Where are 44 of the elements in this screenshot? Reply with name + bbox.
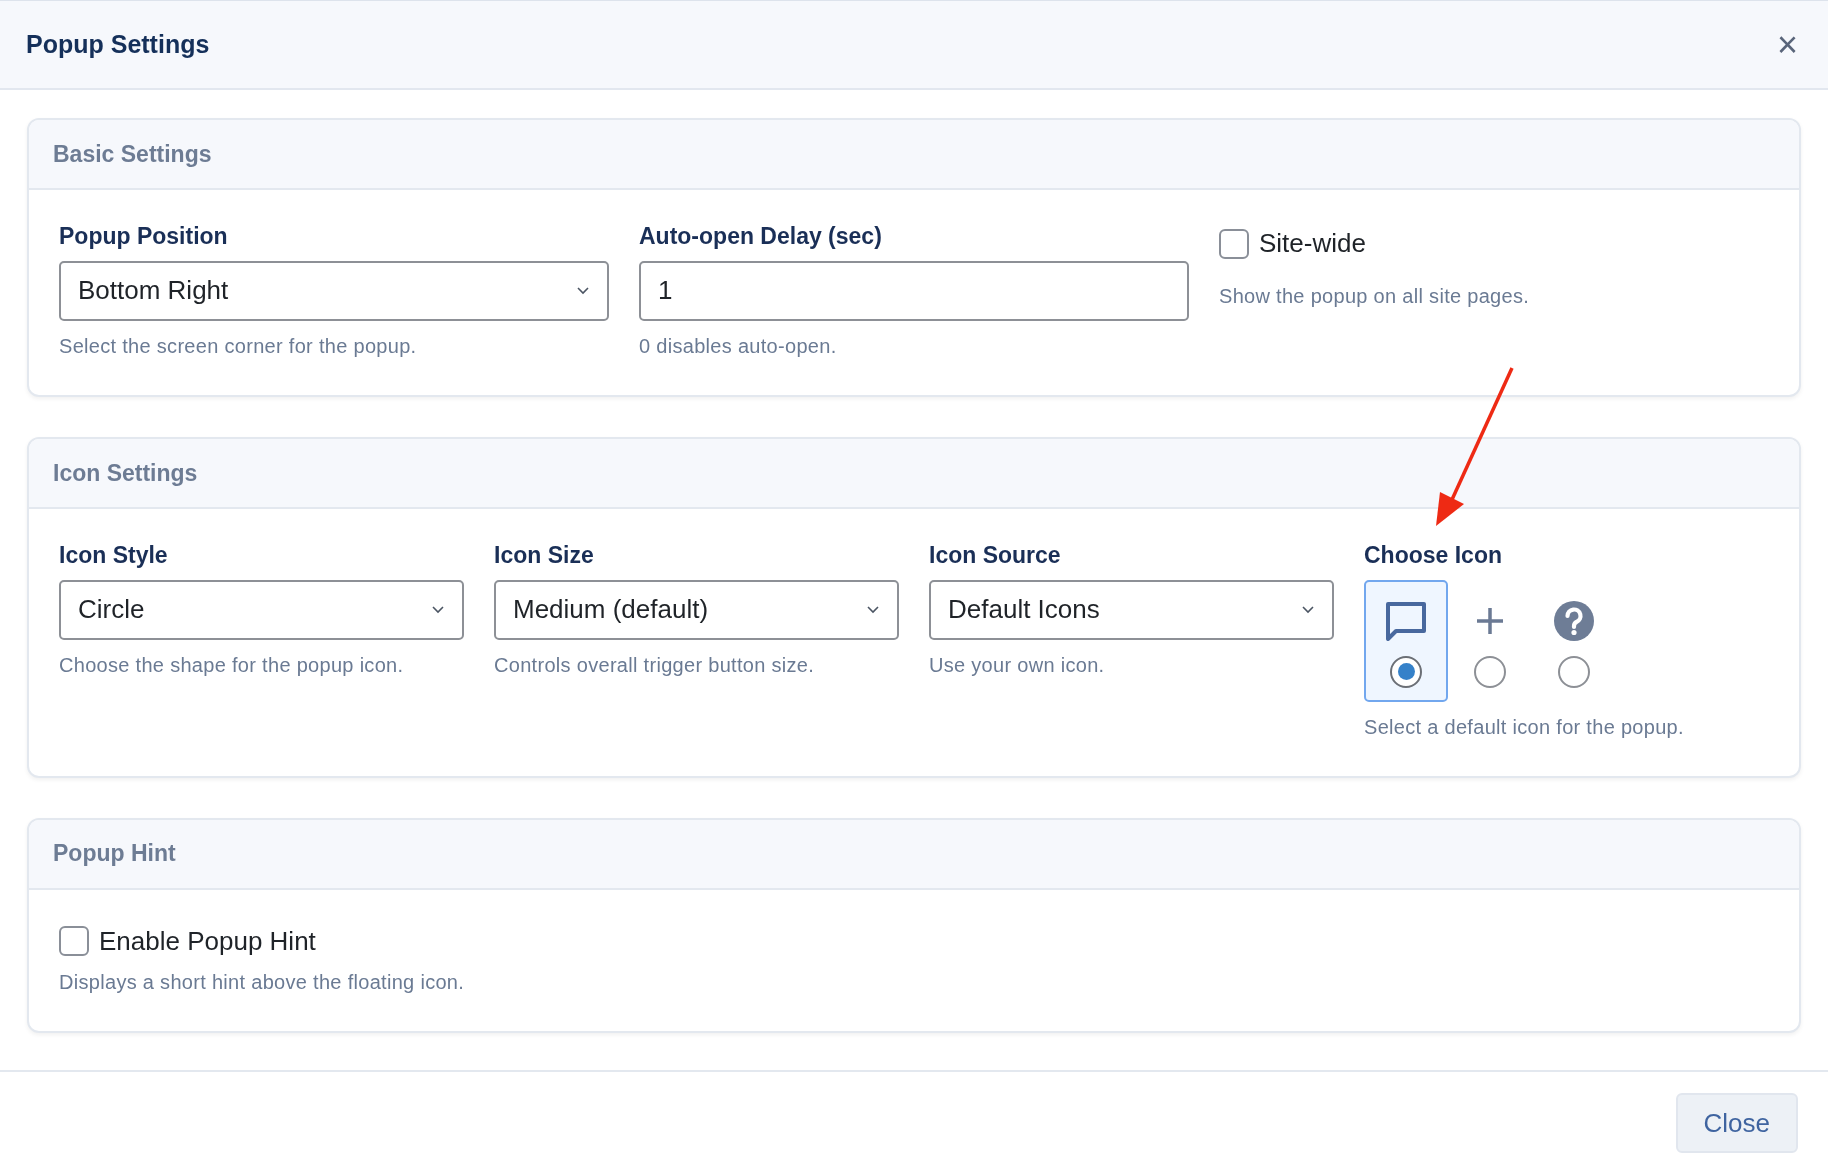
input-field[interactable]: 1 [639,260,1189,321]
radio-button[interactable] [1474,655,1506,688]
card-title: Basic Settings [53,139,212,169]
radio-button[interactable] [1390,655,1422,688]
checkbox-label[interactable]: Enable Popup Hint [99,921,316,961]
select-dropdown[interactable]: Default Icons [929,579,1334,640]
field-label: Icon Style [59,540,169,570]
help-text: Displays a short hint above the floating icon. [59,969,466,995]
chat-bubble-icon [1385,600,1427,641]
card-title: Icon Settings [53,458,198,488]
select-dropdown[interactable]: Bottom Right [59,260,609,321]
select-dropdown[interactable]: Medium (default) [494,579,899,640]
select-value: Bottom Right [78,274,229,308]
chevron-down-icon [866,605,880,614]
help-text: Show the popup on all site pages. [1219,284,1531,309]
checkbox-label[interactable]: Site-wide [1259,224,1366,263]
plus-icon [1475,605,1505,636]
icon-option[interactable] [1364,579,1448,702]
field-label: Popup Position [59,222,229,251]
select-value: Circle [78,593,145,626]
chevron-down-icon [431,605,445,614]
help-text: Choose the shape for the popup icon. [59,652,405,678]
field-label: Icon Source [929,540,1062,570]
select-value: Medium (default) [513,593,709,626]
radio-button[interactable] [1558,655,1590,688]
field-label: Icon Size [494,540,595,570]
field-label: Choose Icon [1364,540,1503,570]
help-text: 0 disables auto-open. [639,333,838,359]
chevron-down-icon [1301,605,1315,614]
chevron-down-icon [576,286,590,296]
select-value: Default Icons [948,593,1100,626]
question-circle-icon [1553,599,1595,642]
select-dropdown[interactable]: Circle [59,579,464,640]
help-text: Controls overall trigger button size. [494,652,816,678]
checkbox[interactable] [59,926,89,956]
close-button[interactable]: × [1772,26,1802,63]
field-label: Auto-open Delay (sec) [639,222,883,251]
help-text: Select a default icon for the popup. [1364,714,1685,740]
help-text: Select the screen corner for the popup. [59,333,418,359]
close-footer-button[interactable]: Close [1675,1093,1798,1153]
dialog-title: Popup Settings [26,28,210,60]
card-title: Popup Hint [53,839,176,869]
help-text: Use your own icon. [929,652,1106,678]
checkbox[interactable] [1219,228,1249,259]
